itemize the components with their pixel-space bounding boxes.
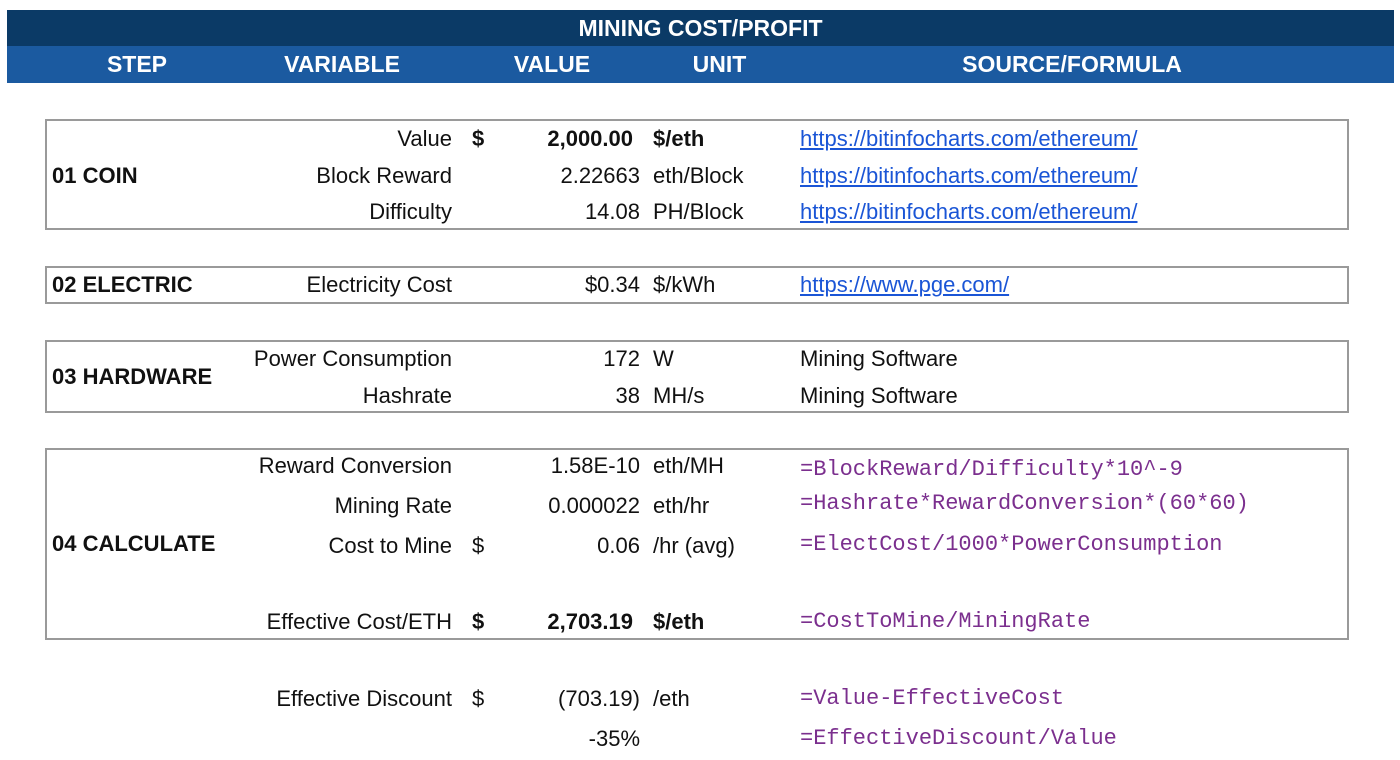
step-label-electric: 02 ELECTRIC [52, 272, 193, 297]
unit-cell: /eth [653, 686, 690, 711]
unit-cell: eth/Block [653, 163, 744, 188]
unit-cell: $/kWh [653, 272, 716, 297]
header-variable: VARIABLE [284, 51, 400, 77]
variable-cost-to-mine: Cost to Mine [328, 533, 453, 558]
variable-effective-discount: Effective Discount [276, 686, 452, 711]
value-cell: $0.34 [584, 272, 640, 297]
header-source-formula: SOURCE/FORMULA [962, 51, 1182, 77]
variable-difficulty: Difficulty [369, 199, 452, 224]
header-step: STEP [106, 51, 168, 77]
currency-symbol: $ [472, 686, 485, 711]
unit-cell: MH/s [653, 383, 705, 408]
value-cell: 14.08 [584, 199, 640, 224]
source-link[interactable]: https://bitinfocharts.com/ethereum/ [800, 162, 1138, 190]
source-link[interactable]: https://bitinfocharts.com/ethereum/ [800, 125, 1138, 153]
unit-cell: eth/hr [653, 493, 710, 518]
variable-block-reward: Block Reward [316, 163, 452, 188]
value-cell: 172 [603, 346, 640, 371]
step-label-hardware: 03 HARDWARE [52, 364, 213, 389]
header-value: VALUE [513, 51, 591, 77]
unit-cell: $/eth [653, 126, 705, 151]
value-cell: 38 [615, 383, 640, 408]
source-link[interactable]: https://www.pge.com/ [800, 271, 1009, 299]
variable-electricity-cost: Electricity Cost [306, 272, 452, 297]
formula-text: =ElectCost/1000*PowerConsumption [800, 532, 1223, 557]
formula-text: =Value-EffectiveCost [800, 686, 1065, 711]
currency-symbol: $ [472, 533, 485, 558]
value-cell: (703.19) [558, 686, 640, 711]
value-cell: 2.22663 [560, 163, 640, 188]
value-cell: 1.58E-10 [550, 453, 640, 478]
value-cell: 0.06 [597, 533, 640, 558]
value-cell: 0.000022 [548, 493, 640, 518]
variable-hashrate: Hashrate [362, 383, 452, 408]
formula-text: =CostToMine/MiningRate [800, 609, 1091, 634]
variable-reward-conversion: Reward Conversion [258, 453, 452, 478]
value-cell: 2,000.00 [547, 126, 633, 151]
unit-cell: eth/MH [653, 453, 724, 478]
source-link[interactable]: https://bitinfocharts.com/ethereum/ [800, 198, 1138, 226]
formula-text: =Hashrate*RewardConversion*(60*60) [800, 491, 1249, 516]
currency-symbol: $ [472, 609, 485, 634]
sheet-title: MINING COST/PROFIT [7, 10, 1394, 46]
unit-cell: /hr (avg) [653, 533, 735, 558]
unit-cell: PH/Block [653, 199, 744, 224]
step-label-coin: 01 COIN [52, 163, 138, 188]
variable-power-consumption: Power Consumption [253, 346, 452, 371]
variable-effective-cost-eth: Effective Cost/ETH [266, 609, 452, 634]
source-text: Mining Software [800, 346, 958, 371]
variable-mining-rate: Mining Rate [334, 493, 452, 518]
formula-text: =BlockReward/Difficulty*10^-9 [800, 457, 1183, 482]
unit-cell: W [653, 346, 674, 371]
header-unit: UNIT [692, 51, 747, 77]
variable-value: Value [397, 126, 452, 151]
formula-text: =EffectiveDiscount/Value [800, 726, 1117, 751]
unit-cell: $/eth [653, 609, 705, 634]
column-header-row: STEP VARIABLE VALUE UNIT SOURCE/FORMULA [7, 46, 1394, 83]
currency-symbol: $ [472, 126, 485, 151]
source-text: Mining Software [800, 383, 958, 408]
step-label-calculate: 04 CALCULATE [52, 531, 216, 556]
value-cell: 2,703.19 [547, 609, 633, 634]
value-cell-percent: -35% [588, 726, 640, 751]
